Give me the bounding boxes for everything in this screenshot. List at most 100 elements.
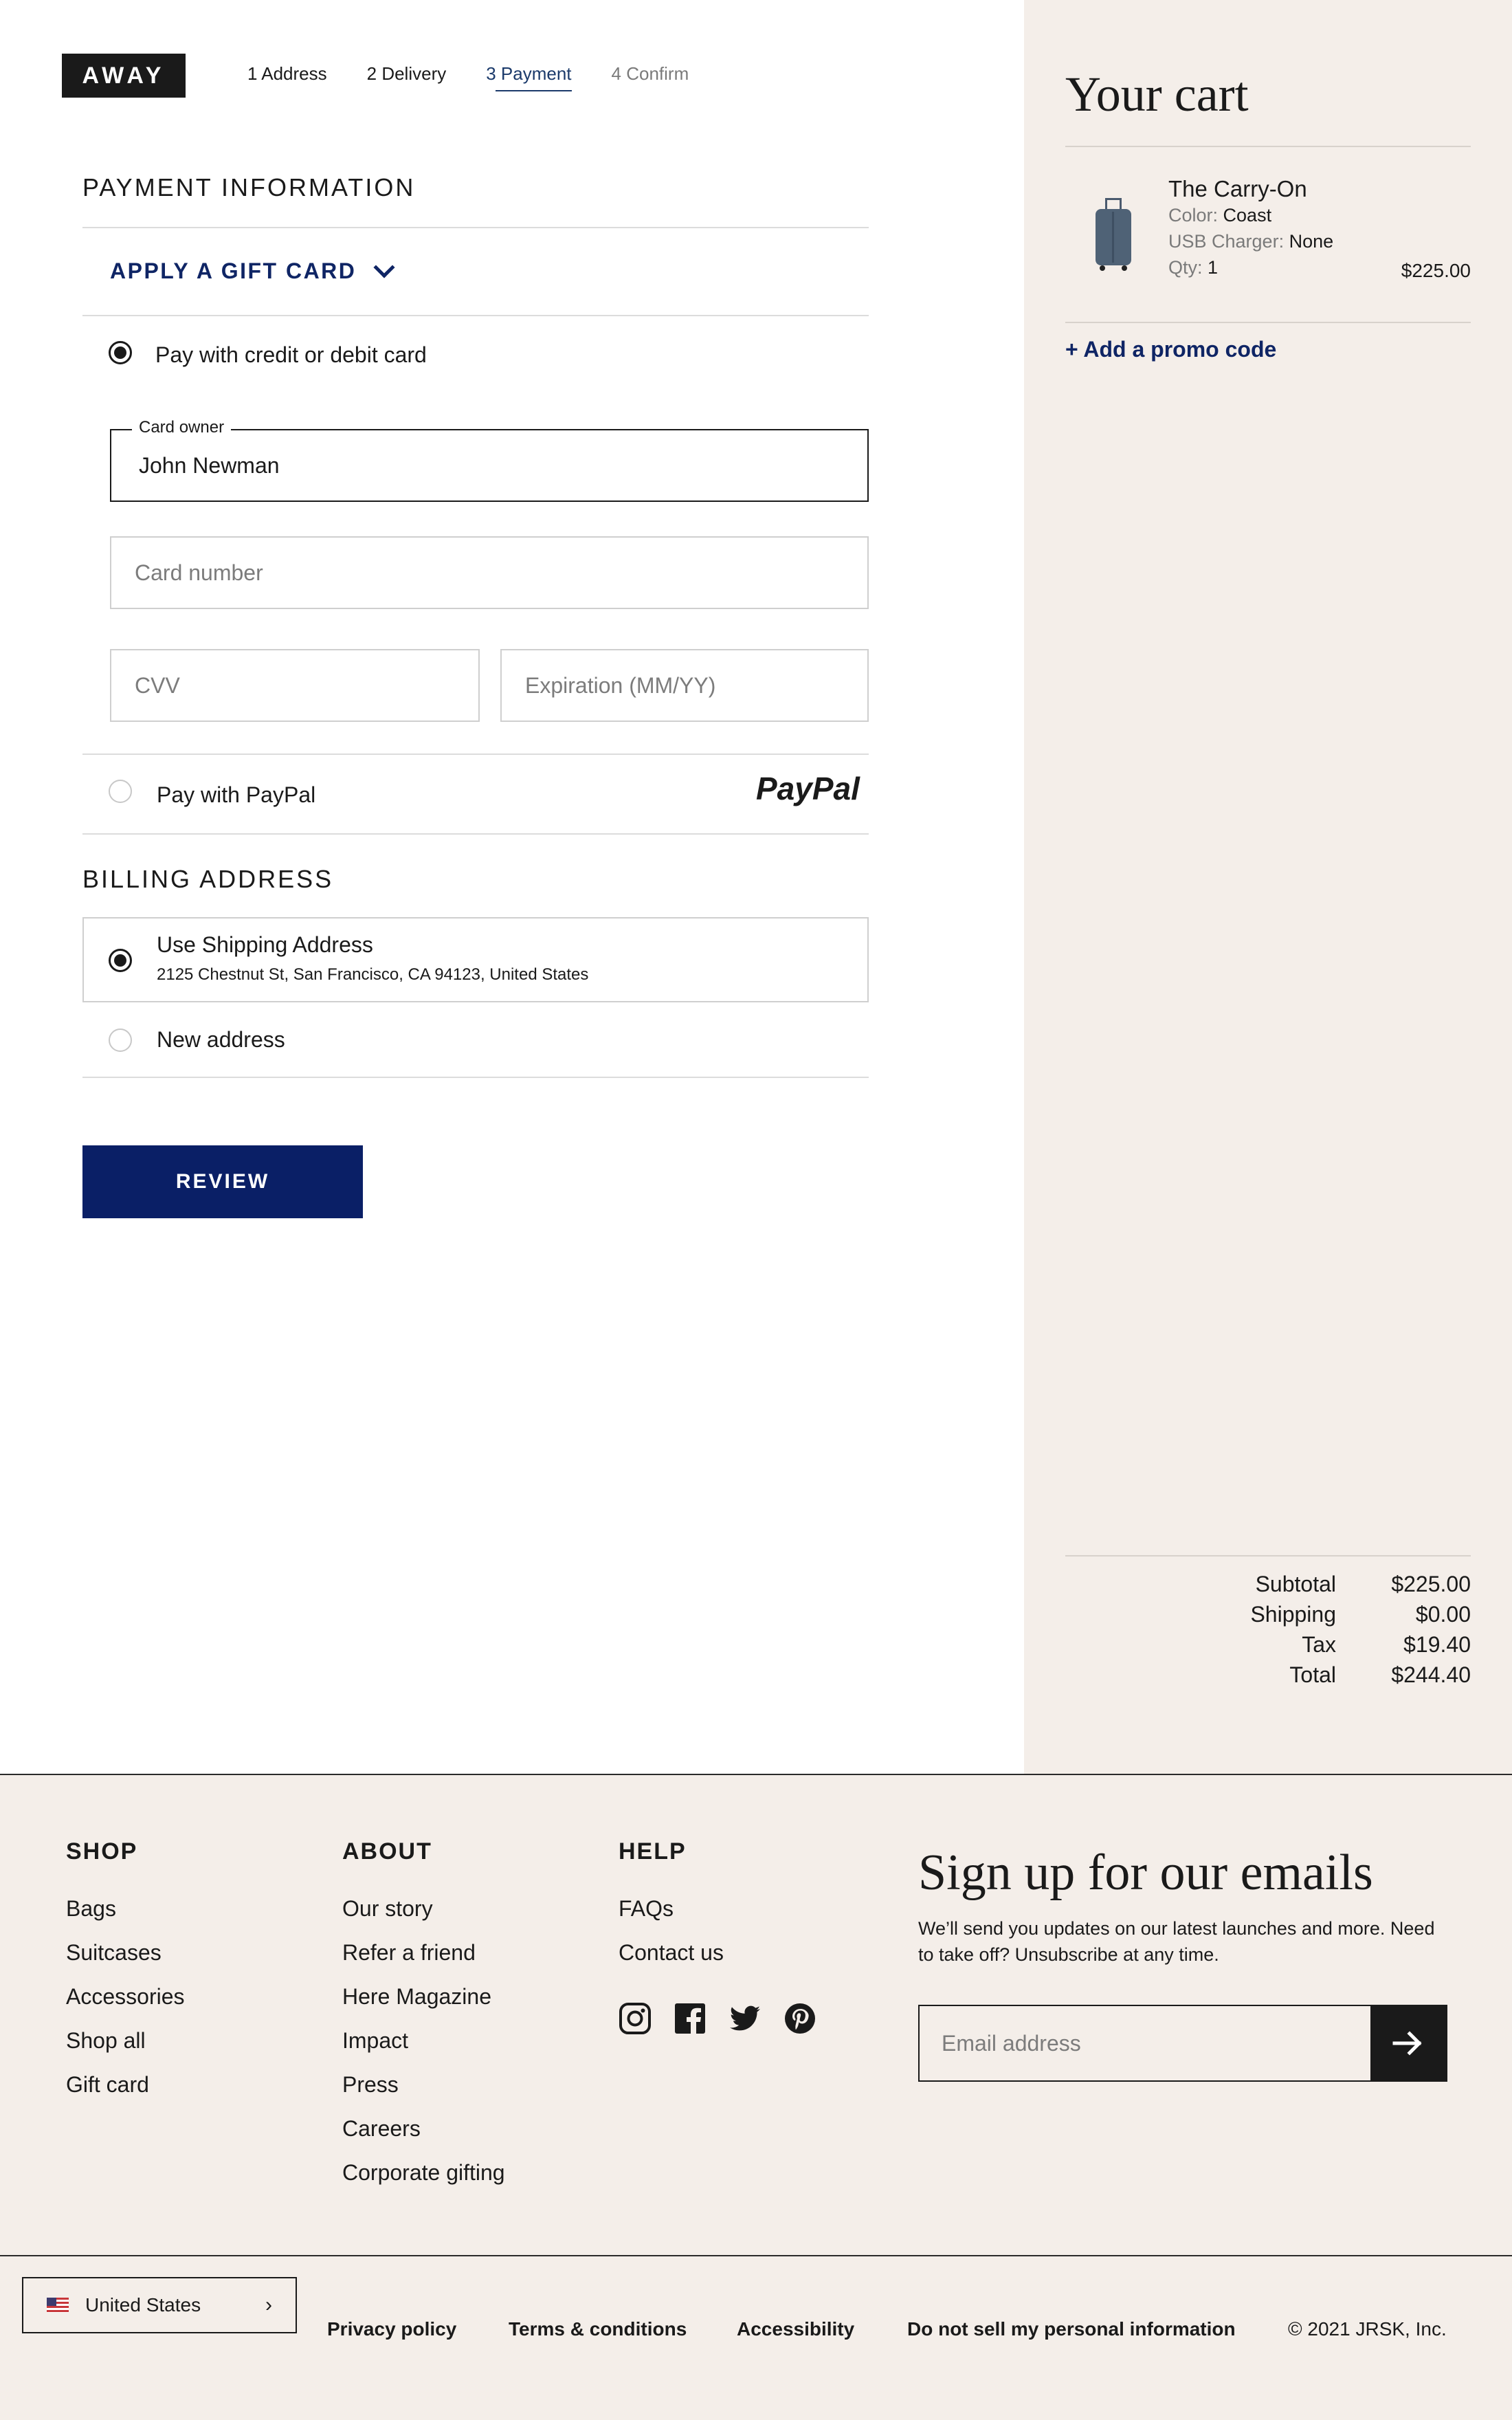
divider (82, 754, 869, 755)
step-payment[interactable]: 3 Payment (486, 63, 572, 91)
email-signup-form (918, 2005, 1447, 2082)
footer-link-press[interactable]: Press (342, 2072, 399, 2098)
divider (82, 1077, 869, 1078)
footer-link-corporate-gifting[interactable]: Corporate gifting (342, 2160, 505, 2186)
cart-item-usb: USB Charger: None (1168, 231, 1333, 252)
expiration-field[interactable] (500, 649, 869, 722)
do-not-sell-link[interactable]: Do not sell my personal information (907, 2318, 1236, 2340)
use-shipping-address-label[interactable]: Use Shipping Address (157, 932, 373, 958)
chevron-down-icon (373, 256, 395, 278)
cart-item-qty: Qty: 1 (1168, 257, 1218, 278)
credit-card-option-label[interactable]: Pay with credit or debit card (155, 342, 427, 368)
step-confirm: 4 Confirm (611, 63, 689, 84)
add-promo-code-link[interactable]: + Add a promo code (1065, 337, 1276, 362)
cvv-field[interactable] (110, 649, 480, 722)
facebook-icon[interactable] (674, 2002, 707, 2035)
footer-link-contact-us[interactable]: Contact us (619, 1940, 724, 1966)
total-label: Total (1289, 1662, 1336, 1687)
email-signup-description: We’ll send you updates on our latest lau… (918, 1918, 1435, 1965)
card-owner-field[interactable]: Card owner (110, 418, 869, 502)
card-number-input[interactable] (111, 538, 867, 608)
divider (0, 2255, 1512, 2256)
email-submit-button[interactable] (1370, 2006, 1446, 2080)
shipping-label: Shipping (1250, 1602, 1336, 1627)
cart-item-name: The Carry-On (1168, 176, 1307, 201)
footer-link-bags[interactable]: Bags (66, 1896, 116, 1922)
chevron-right-icon: › (265, 2294, 272, 2316)
total-row: Total $244.40 (1065, 1662, 1471, 1693)
subtotal-value: $225.00 (1391, 1572, 1471, 1596)
color-value: Coast (1223, 205, 1272, 226)
footer-shop-heading: SHOP (66, 1838, 138, 1864)
pinterest-icon[interactable] (783, 2002, 816, 2035)
twitter-icon[interactable] (729, 2002, 761, 2035)
us-flag-icon (47, 2298, 69, 2313)
email-signup-heading: Sign up for our emails (918, 1845, 1373, 1901)
color-label: Color: (1168, 205, 1219, 226)
step-address[interactable]: 1 Address (247, 63, 327, 85)
use-shipping-address-radio[interactable] (109, 949, 132, 972)
review-button[interactable]: REVIEW (82, 1145, 363, 1218)
divider (82, 315, 869, 316)
subtotal-row: Subtotal $225.00 (1065, 1572, 1471, 1602)
cart-item-color: Color: Coast (1168, 205, 1271, 226)
site-footer: SHOP Bags Suitcases Accessories Shop all… (0, 1774, 1512, 2420)
apply-gift-card-toggle[interactable]: APPLY A GIFT CARD (110, 256, 395, 284)
cart-item-price: $225.00 (1401, 260, 1471, 281)
cvv-input[interactable] (111, 650, 478, 720)
footer-link-gift-card[interactable]: Gift card (66, 2072, 149, 2098)
footer-link-here-magazine[interactable]: Here Magazine (342, 1984, 491, 2010)
checkout-main: AWAY 1 Address 2 Delivery 3 Payment 4 Co… (0, 0, 1024, 1774)
gift-card-label: APPLY A GIFT CARD (110, 258, 357, 283)
step-delivery[interactable]: 2 Delivery (367, 63, 447, 85)
tax-row: Tax $19.40 (1065, 1632, 1471, 1662)
new-address-label[interactable]: New address (157, 1027, 285, 1053)
payment-information-heading: PAYMENT INFORMATION (82, 173, 416, 201)
paypal-radio[interactable] (109, 780, 132, 803)
card-number-field[interactable] (110, 536, 869, 609)
cart-panel: Your cart The Carry-On Color: Coast USB … (1024, 0, 1512, 1774)
tax-value: $19.40 (1403, 1632, 1471, 1657)
accessibility-link[interactable]: Accessibility (737, 2318, 854, 2340)
divider (1065, 1555, 1471, 1556)
credit-card-radio[interactable] (109, 341, 132, 364)
paypal-option-label[interactable]: Pay with PayPal (157, 782, 315, 808)
billing-address-heading: BILLING ADDRESS (82, 865, 334, 893)
shipping-address-text: 2125 Chestnut St, San Francisco, CA 9412… (157, 965, 589, 984)
divider (1065, 322, 1471, 323)
footer-link-refer-a-friend[interactable]: Refer a friend (342, 1940, 476, 1966)
footer-link-our-story[interactable]: Our story (342, 1896, 433, 1922)
footer-link-impact[interactable]: Impact (342, 2028, 408, 2054)
footer-about-heading: ABOUT (342, 1838, 432, 1864)
terms-link[interactable]: Terms & conditions (509, 2318, 687, 2340)
use-shipping-address-option[interactable] (82, 917, 869, 1002)
new-address-radio[interactable] (109, 1028, 132, 1052)
footer-link-accessories[interactable]: Accessories (66, 1984, 185, 2010)
shipping-row: Shipping $0.00 (1065, 1602, 1471, 1632)
total-value: $244.40 (1391, 1662, 1471, 1687)
footer-link-faqs[interactable]: FAQs (619, 1896, 674, 1922)
arrow-right-icon (1392, 2031, 1422, 2056)
country-selector[interactable]: United States › (22, 2277, 297, 2333)
carry-on-suitcase-image (1093, 198, 1134, 272)
footer-link-shop-all[interactable]: Shop all (66, 2028, 146, 2054)
footer-link-suitcases[interactable]: Suitcases (66, 1940, 162, 1966)
order-totals: Subtotal $225.00 Shipping $0.00 Tax $19.… (1065, 1572, 1471, 1693)
country-label: United States (85, 2294, 201, 2316)
card-owner-input[interactable] (111, 430, 867, 500)
privacy-policy-link[interactable]: Privacy policy (327, 2318, 456, 2340)
tax-label: Tax (1302, 1632, 1336, 1657)
qty-value: 1 (1208, 257, 1219, 278)
away-logo[interactable]: AWAY (62, 54, 186, 98)
footer-link-careers[interactable]: Careers (342, 2116, 421, 2142)
email-input[interactable] (920, 2006, 1370, 2080)
expiration-input[interactable] (502, 650, 867, 720)
paypal-logo: PayPal (756, 771, 860, 806)
divider (82, 833, 869, 835)
copyright-text: © 2021 JRSK, Inc. (1288, 2318, 1447, 2340)
qty-label: Qty: (1168, 257, 1203, 278)
footer-help-heading: HELP (619, 1838, 687, 1864)
divider (82, 227, 869, 228)
instagram-icon[interactable] (619, 2002, 652, 2035)
usb-value: None (1289, 231, 1334, 252)
